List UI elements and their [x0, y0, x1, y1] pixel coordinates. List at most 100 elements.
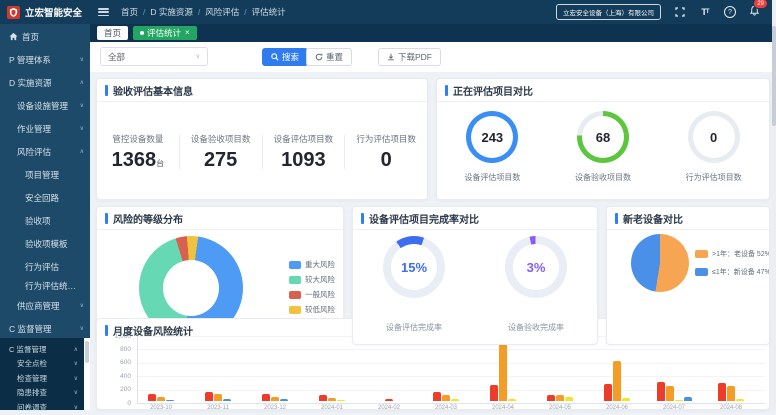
legend-item[interactable]: 重大风险 [289, 259, 335, 270]
bar-cluster [310, 395, 354, 401]
flyout-item[interactable]: 问卷调查∨ [0, 400, 84, 415]
tab-label: 首页 [104, 29, 121, 38]
sidebar-item[interactable]: 供应商管理 ∨ [0, 294, 90, 317]
sidebar-item[interactable]: 安全回路 [0, 186, 90, 209]
progress-ring: 3% [505, 236, 567, 298]
flyout-scrollbar[interactable] [84, 338, 90, 410]
sidebar-item[interactable]: 设备设施管理∨ [0, 94, 90, 117]
breadcrumb-item[interactable]: D 实施资源 [138, 6, 193, 18]
sidebar-item[interactable]: 作业管理∨ [0, 117, 90, 140]
sidebar-item[interactable]: 验收项模板 [0, 232, 90, 255]
device-age-legend: >1年：老设备 52% ≤1年：新设备 47% [695, 249, 770, 277]
legend-label: 重大风险 [305, 259, 335, 270]
sidebar-item[interactable]: C 监督管理∨ [0, 317, 90, 340]
chevron-down-icon: ∨ [80, 102, 84, 109]
chevron-down-icon: ∨ [196, 53, 200, 60]
chevron-up-icon: ∧ [74, 346, 78, 353]
reset-icon [315, 53, 323, 61]
bar-cluster [538, 395, 582, 401]
app-title: 立宏智能安全 [25, 5, 82, 19]
help-icon[interactable]: ? [724, 6, 736, 18]
download-pdf-button[interactable]: 下载PDF [378, 48, 441, 66]
sidebar-item[interactable]: 行为评估统… [0, 278, 90, 294]
title-accent-bar [105, 213, 108, 224]
breadcrumb-item[interactable]: 评估统计 [239, 6, 285, 18]
search-button[interactable]: 搜索 [262, 48, 308, 66]
legend-item[interactable]: ≤1年：新设备 47% [695, 267, 770, 277]
bar [622, 398, 630, 401]
reset-button[interactable]: 重置 [306, 48, 352, 66]
card-title: 验收评估基本信息 [113, 83, 193, 98]
ring-value: 0 [710, 130, 717, 145]
legend-item[interactable]: 一般风险 [289, 289, 335, 300]
bar [337, 400, 345, 401]
flyout-item[interactable]: C 监督管理 ∧ [0, 342, 84, 357]
sidebar-menu: 首页P 管理体系∨D 实施资源∧设备设施管理∨作业管理∨风险评估∧项目管理安全回… [0, 25, 90, 340]
tab-close-icon[interactable]: × [185, 29, 190, 37]
legend-item[interactable]: 较低风险 [289, 304, 335, 315]
ring-label: 行为评估项目数 [686, 172, 742, 183]
bar [271, 397, 279, 401]
bar [736, 399, 744, 401]
card-title: 月度设备风险统计 [113, 323, 193, 338]
bar [675, 400, 683, 401]
legend-item[interactable]: 较大风险 [289, 274, 335, 285]
stat-value: 1368台 [97, 150, 179, 170]
fullscreen-icon[interactable] [674, 6, 686, 18]
filter-select[interactable]: 全部 ∨ [100, 47, 208, 66]
progress-ring: 15% [383, 236, 445, 298]
chevron-up-icon: ∧ [80, 79, 84, 86]
sidebar-item[interactable]: 行为评估 [0, 255, 90, 278]
sidebar-item[interactable]: P 管理体系∨ [0, 48, 90, 71]
stat-value: 275 [180, 150, 262, 170]
search-label: 搜索 [282, 53, 299, 62]
y-axis-tick: 200 [97, 386, 131, 393]
bar [433, 392, 441, 401]
chevron-down-icon: ∨ [80, 125, 84, 132]
sidebar-item[interactable]: 项目管理 [0, 163, 90, 186]
y-axis-line [137, 336, 138, 403]
sidebar-item[interactable]: 首页 [0, 25, 90, 48]
ring-label: 设备评估项目数 [464, 172, 520, 183]
bar-cluster [196, 392, 240, 401]
notifications-bell[interactable]: 29 [749, 3, 760, 21]
ring-label: 设备评估完成率 [386, 322, 442, 333]
bar [499, 342, 507, 401]
progress-ring: 0 [688, 111, 740, 163]
company-badge[interactable]: 立宏安全设备（上海）有限公司 [556, 4, 661, 20]
bar [556, 395, 564, 401]
hamburger-icon[interactable] [98, 8, 109, 16]
legend-swatch [289, 261, 301, 269]
breadcrumb-item[interactable]: 风险评估 [193, 6, 239, 18]
topbar: 立宏智能安全 首页 D 实施资源 风险评估 评估统计 立宏安全设备（上海）有限公… [0, 0, 776, 24]
breadcrumb-item[interactable]: 首页 [121, 6, 138, 18]
ring-value: 243 [481, 130, 503, 145]
legend-label: 较低风险 [305, 304, 335, 315]
legend-swatch [289, 276, 301, 284]
sidebar-flyout-menu: C 监督管理∧安全点检∨检查管理∨隐患排查∨问卷调查∨ [0, 338, 84, 410]
tab-home[interactable]: 首页 [97, 26, 128, 40]
window-scrollbar[interactable] [772, 0, 776, 410]
sidebar-item[interactable]: 验收项 [0, 209, 90, 232]
menu-label: 供应商管理 [17, 300, 60, 312]
menu-label: 风险评估 [17, 146, 51, 158]
grid-line [137, 376, 765, 377]
legend-swatch [289, 306, 301, 314]
bar [214, 394, 222, 401]
sidebar-item[interactable]: 风险评估∧ [0, 140, 90, 163]
font-size-icon[interactable]: TT [699, 6, 711, 18]
tab-assessment-stats[interactable]: 评估统计 × [133, 26, 197, 40]
flyout-item[interactable]: 安全点检∨ [0, 357, 84, 372]
bar-cluster [481, 342, 525, 401]
sidebar-item[interactable]: D 实施资源∧ [0, 71, 90, 94]
title-accent-bar [105, 325, 108, 336]
bar [148, 394, 156, 401]
menu-label: 安全回路 [25, 192, 59, 204]
menu-label: C 监督管理 [9, 344, 47, 355]
menu-label: 验收项 [25, 215, 51, 227]
flyout-item[interactable]: 隐患排查∨ [0, 386, 84, 401]
chevron-down-icon: ∨ [80, 302, 84, 309]
stat-value: 1093 [263, 150, 345, 170]
flyout-item[interactable]: 检查管理∨ [0, 371, 84, 386]
legend-item[interactable]: >1年：老设备 52% [695, 249, 770, 259]
